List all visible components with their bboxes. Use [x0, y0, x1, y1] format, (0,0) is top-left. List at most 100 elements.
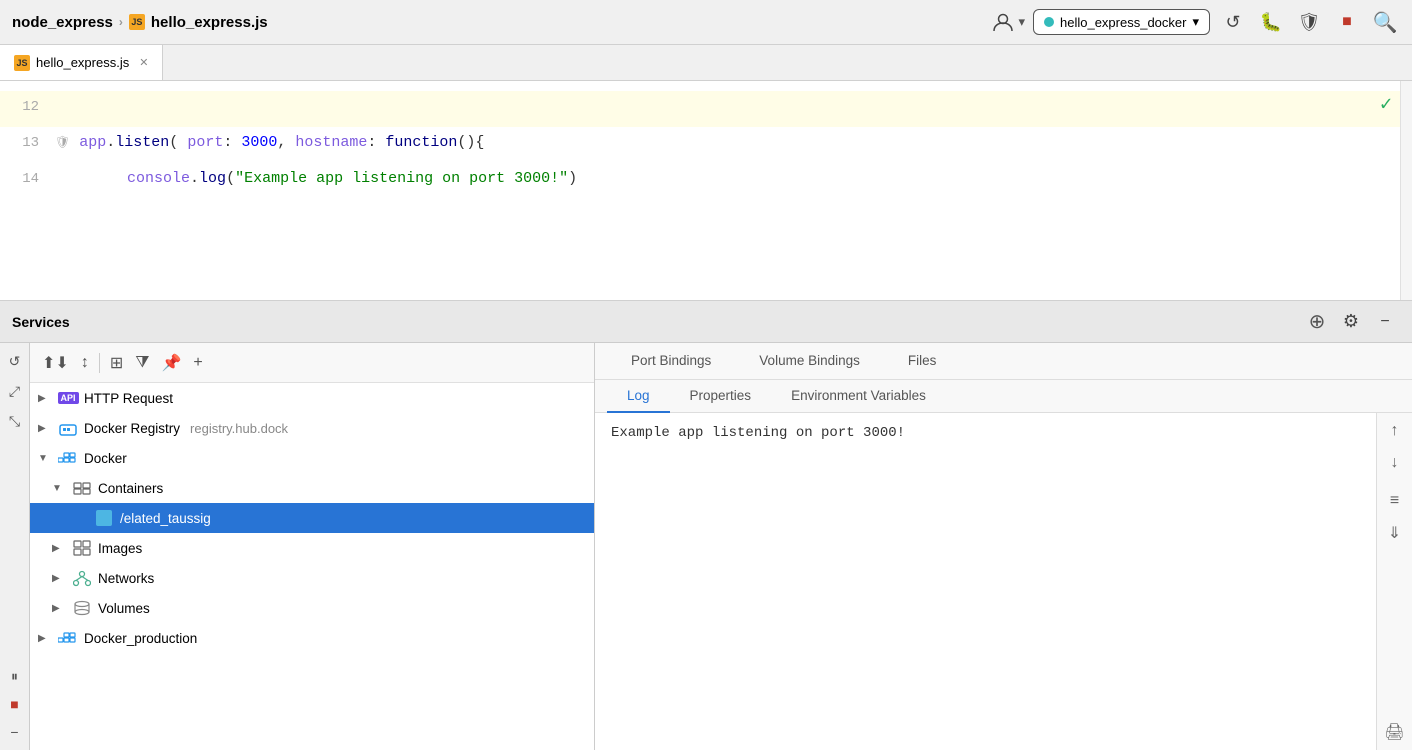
chevron-icon: ▶: [38, 633, 52, 644]
run-config-button[interactable]: hello_express_docker ▾: [1033, 9, 1210, 35]
chevron-icon: ▶: [38, 423, 52, 434]
docker-icon: [58, 448, 78, 468]
run-status-dot: [1044, 17, 1054, 27]
tab-volume-bindings[interactable]: Volume Bindings: [735, 343, 884, 380]
add-service-button[interactable]: ⊕: [1302, 307, 1332, 337]
left-side-buttons: ↺ ⤢ ⤡ ⏸ ■ −: [0, 343, 30, 750]
tab-properties[interactable]: Properties: [670, 380, 772, 413]
user-icon: [992, 11, 1014, 33]
tab-env-vars[interactable]: Environment Variables: [771, 380, 946, 413]
code-line-12: 12: [0, 91, 1412, 127]
item-label: HTTP Request: [84, 391, 173, 406]
tree-item-docker[interactable]: ▼ Docker: [30, 443, 594, 473]
tab-port-bindings[interactable]: Port Bindings: [607, 343, 735, 380]
grid-view-button[interactable]: ⊞: [106, 351, 127, 375]
pause-button[interactable]: ⏸: [3, 664, 27, 688]
user-button[interactable]: ▾: [992, 11, 1025, 33]
project-name: node_express: [12, 14, 113, 31]
detail-panel: Port Bindings Volume Bindings Files Log …: [595, 343, 1412, 750]
item-label: Docker_production: [84, 631, 197, 646]
tree-panel: ⬆⬇ ↕ ⊞ ⧩ 📌 + ▶ API HTTP Request: [30, 343, 595, 750]
breadcrumb-separator: ›: [119, 15, 123, 29]
docker-production-icon: [58, 628, 78, 648]
print-button[interactable]: 🖨: [1381, 718, 1409, 746]
editor-tab-hello-express[interactable]: JS hello_express.js ✕: [0, 45, 163, 80]
tab-label: hello_express.js: [36, 55, 129, 70]
chevron-icon: ▶: [38, 393, 52, 404]
top-bar-actions: ▾ hello_express_docker ▾ ↺ 🐛 🛡 ■ 🔍: [992, 7, 1400, 37]
container-status-icon: [94, 508, 114, 528]
volumes-icon: [72, 598, 92, 618]
line-number-14: 14: [0, 163, 55, 187]
tab-log[interactable]: Log: [607, 380, 670, 413]
services-minimize-button[interactable]: −: [1370, 307, 1400, 337]
tree-item-docker-registry[interactable]: ▶ Docker Registry registry.hub.dock: [30, 413, 594, 443]
search-button[interactable]: 🔍: [1370, 7, 1400, 37]
editor-tabs: JS hello_express.js ✕: [0, 45, 1412, 81]
item-subtext: registry.hub.dock: [190, 421, 288, 436]
services-header: Services ⊕ ⚙ −: [0, 301, 1412, 343]
tree-item-networks[interactable]: ▶ Networks: [30, 563, 594, 593]
soft-wrap-button[interactable]: ⇓: [1381, 519, 1409, 547]
services-panel: Services ⊕ ⚙ − ↺ ⤢ ⤡ ⏸ ■ − ⬆⬇ ↕ ⊞ ⧩: [0, 301, 1412, 750]
containers-icon: [72, 478, 92, 498]
collapse-toolbar-button[interactable]: ↕: [77, 352, 93, 374]
item-label: Volumes: [98, 601, 150, 616]
line-content-12: [55, 91, 1412, 115]
chevron-icon: ▼: [52, 483, 66, 494]
item-label: Networks: [98, 571, 154, 586]
item-label: Images: [98, 541, 142, 556]
api-icon: API: [58, 388, 78, 408]
add-button[interactable]: +: [189, 352, 206, 374]
chevron-icon: ▶: [52, 573, 66, 584]
minus-button[interactable]: −: [3, 720, 27, 744]
code-line-13: 13 🛡 app.listen( port: 3000, hostname: f…: [0, 127, 1412, 163]
line-number-13: 13: [0, 127, 55, 151]
editor-scrollbar[interactable]: [1400, 81, 1412, 300]
expand-all-button[interactable]: ⤢: [3, 379, 27, 403]
scroll-down-button[interactable]: ↓: [1381, 449, 1409, 477]
tab-close-button[interactable]: ✕: [139, 56, 148, 69]
chevron-icon: ▶: [52, 603, 66, 614]
tab-files[interactable]: Files: [884, 343, 961, 380]
docker-registry-icon: [58, 418, 78, 438]
chevron-icon: ▼: [38, 453, 52, 464]
item-label: Docker Registry: [84, 421, 180, 436]
tree-item-containers[interactable]: ▼ Containers: [30, 473, 594, 503]
filter-button[interactable]: ⧩: [131, 352, 153, 374]
pin-button[interactable]: 📌: [158, 351, 186, 375]
networks-icon: [72, 568, 92, 588]
line-content-13: 🛡 app.listen( port: 3000, hostname: func…: [55, 127, 1412, 151]
tree-item-elated-taussig[interactable]: /elated_taussig: [30, 503, 594, 533]
tree-item-volumes[interactable]: ▶ Volumes: [30, 593, 594, 623]
shield-gutter-icon: 🛡: [55, 136, 70, 150]
line-content-14: console.log("Example app listening on po…: [55, 163, 1412, 187]
top-bar: node_express › JS hello_express.js ▾ hel…: [0, 0, 1412, 45]
wrap-text-button[interactable]: ≡: [1381, 487, 1409, 515]
services-settings-button[interactable]: ⚙: [1336, 307, 1366, 337]
tree-item-http-request[interactable]: ▶ API HTTP Request: [30, 383, 594, 413]
item-label: /elated_taussig: [120, 511, 211, 526]
expand-toolbar-button[interactable]: ⬆⬇: [38, 351, 73, 375]
refresh-services-button[interactable]: ↺: [3, 349, 27, 373]
services-title: Services: [12, 314, 1302, 330]
chevron-placeholder: [74, 513, 88, 524]
run-config-label: hello_express_docker: [1060, 15, 1186, 30]
breadcrumb: node_express › JS hello_express.js: [12, 14, 268, 31]
stop-services-button[interactable]: ■: [3, 692, 27, 716]
tree-item-docker-production[interactable]: ▶ Docker_production: [30, 623, 594, 653]
stop-button[interactable]: ■: [1332, 7, 1362, 37]
detail-tabs-top: Port Bindings Volume Bindings Files: [595, 343, 1412, 380]
debug-button[interactable]: 🐛: [1256, 7, 1286, 37]
services-body: ↺ ⤢ ⤡ ⏸ ■ − ⬆⬇ ↕ ⊞ ⧩ 📌 + ▶: [0, 343, 1412, 750]
collapse-all-button[interactable]: ⤡: [3, 409, 27, 433]
log-text: Example app listening on port 3000!: [611, 425, 905, 441]
line-number-12: 12: [0, 91, 55, 115]
refresh-button[interactable]: ↺: [1218, 7, 1248, 37]
scroll-up-button[interactable]: ↑: [1381, 417, 1409, 445]
detail-tabs-bottom: Log Properties Environment Variables: [595, 380, 1412, 413]
tree-item-images[interactable]: ▶ Images: [30, 533, 594, 563]
services-header-actions: ⊕ ⚙ −: [1302, 307, 1400, 337]
chevron-icon: ▶: [52, 543, 66, 554]
shield-button[interactable]: 🛡: [1294, 7, 1324, 37]
